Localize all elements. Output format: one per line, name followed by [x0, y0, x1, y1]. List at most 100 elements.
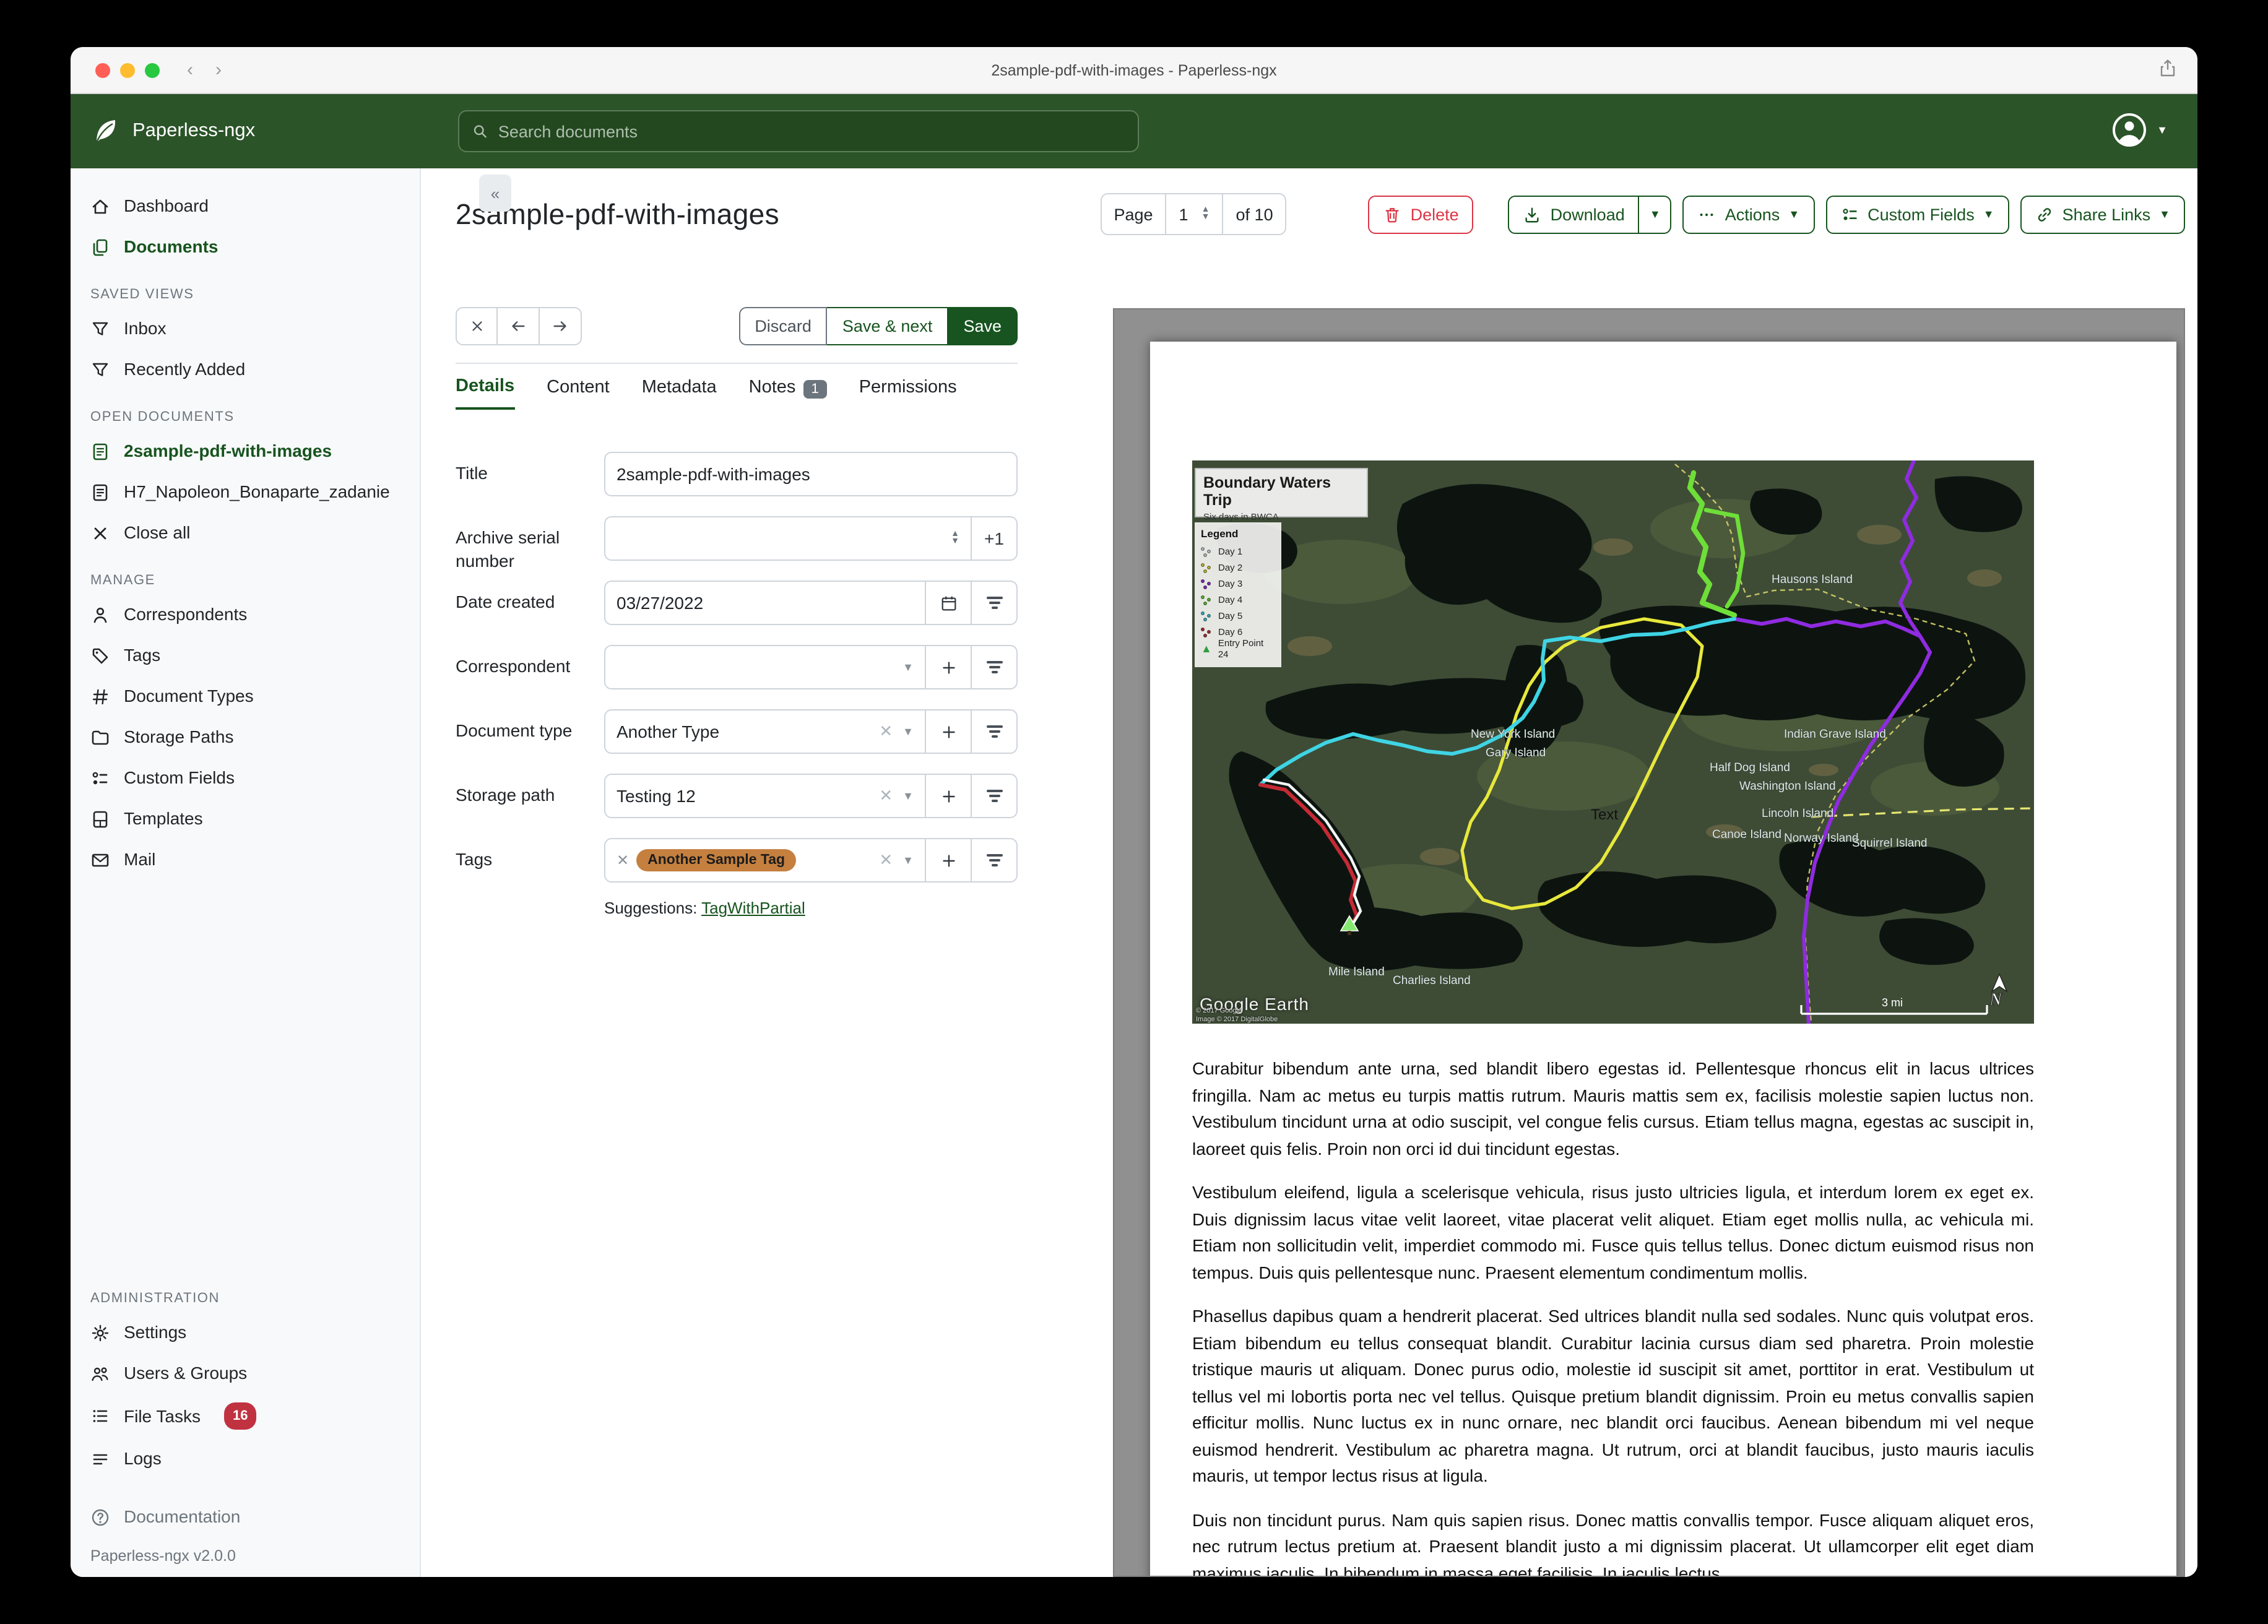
sidebar-item-mail[interactable]: Mail — [71, 839, 420, 880]
sidebar-item-tags[interactable]: Tags — [71, 635, 420, 676]
browser-back-icon[interactable]: ‹ — [187, 59, 193, 80]
app-navbar: Paperless-ngx ▼ — [71, 94, 2197, 168]
tab-permissions[interactable]: Permissions — [859, 378, 957, 408]
brand[interactable]: Paperless-ngx — [90, 116, 255, 146]
global-search[interactable] — [458, 110, 1139, 152]
tasks-icon — [90, 1406, 110, 1426]
sidebar-item-label: Documentation — [124, 1506, 241, 1526]
filter-icon — [986, 661, 1002, 673]
next-document-button[interactable] — [540, 307, 582, 345]
close-window-button[interactable] — [95, 63, 110, 77]
sidebar-item-logs[interactable]: Logs — [71, 1438, 420, 1479]
sidebar-item-storage-paths[interactable]: Storage Paths — [71, 717, 420, 758]
paragraph: Duis non tincidunt purus. Nam quis sapie… — [1192, 1510, 2034, 1577]
sidebar-item-label: Document Types — [124, 686, 254, 706]
sidebar-open-doc-2[interactable]: H7_Napoleon_Bonaparte_zadanie — [71, 472, 420, 512]
sidebar-item-label: Settings — [124, 1322, 187, 1342]
sidebar-close-all[interactable]: Close all — [71, 512, 420, 553]
clear-icon[interactable]: ✕ — [879, 786, 893, 806]
plus-icon — [939, 722, 958, 741]
download-button[interactable]: Download — [1508, 195, 1640, 233]
sidebar-item-custom-fields[interactable]: Custom Fields — [71, 758, 420, 798]
add-tag-button[interactable] — [926, 838, 972, 883]
caret-down-icon: ▼ — [902, 854, 914, 866]
search-input[interactable] — [498, 122, 1125, 140]
sidebar-item-recently-added[interactable]: Recently Added — [71, 349, 420, 390]
pdf-preview-pane[interactable]: Hausons Island New York Island Gary Isla… — [1113, 308, 2185, 1577]
date-created-input[interactable] — [604, 581, 926, 625]
asn-input[interactable]: ▲ ▼ — [604, 516, 972, 561]
correspondent-filter-button[interactable] — [972, 645, 1018, 689]
open-documents-header: OPEN DOCUMENTS — [90, 410, 235, 425]
page-stepper-icon[interactable]: ▲ ▼ — [1201, 205, 1210, 222]
user-menu[interactable]: ▼ — [2111, 111, 2168, 149]
storage-path-select[interactable]: Testing 12 ✕ ▼ — [604, 774, 926, 818]
clear-icon[interactable]: ✕ — [879, 722, 893, 741]
calendar-button[interactable] — [926, 581, 972, 625]
minimize-window-button[interactable] — [120, 63, 135, 77]
sidebar-item-label: Recently Added — [124, 359, 246, 379]
save-and-next-button[interactable]: Save & next — [827, 307, 949, 345]
legend-tree-icon: ▲ — [1201, 642, 1212, 654]
sidebar-item-inbox[interactable]: Inbox — [71, 308, 420, 349]
title-input[interactable] — [604, 452, 1018, 496]
date-input-field[interactable] — [617, 593, 914, 613]
suggestion-tag-link[interactable]: TagWithPartial — [701, 899, 805, 917]
tag-chip[interactable]: Another Sample Tag — [636, 849, 797, 871]
document-type-filter-button[interactable] — [972, 709, 1018, 754]
asn-plus-one-button[interactable]: +1 — [972, 516, 1018, 561]
traffic-lights[interactable] — [95, 63, 160, 77]
tab-notes[interactable]: Notes 1 — [749, 378, 827, 408]
close-document-button[interactable] — [456, 307, 498, 345]
add-document-type-button[interactable] — [926, 709, 972, 754]
sidebar-collapse-button[interactable]: « — [479, 175, 511, 212]
sidebar-item-settings[interactable]: Settings — [71, 1312, 420, 1353]
tags-filter-button[interactable] — [972, 838, 1018, 883]
map-title: Boundary Waters Trip — [1203, 474, 1331, 509]
save-button[interactable]: Save — [948, 307, 1018, 345]
custom-fields-button[interactable]: Custom Fields ▼ — [1825, 195, 2009, 233]
map-label: Lincoln Island — [1762, 807, 1833, 820]
tab-details[interactable]: Details — [456, 376, 515, 410]
tag-icon — [90, 646, 110, 665]
legend-day2-icon — [1201, 563, 1212, 573]
tab-metadata[interactable]: Metadata — [642, 378, 717, 408]
discard-button[interactable]: Discard — [738, 307, 828, 345]
map-label: Washington Island — [1739, 780, 1836, 793]
add-storage-path-button[interactable] — [926, 774, 972, 818]
delete-button[interactable]: Delete — [1368, 195, 1474, 233]
remove-tag-icon[interactable]: ✕ — [617, 852, 629, 869]
title-input-field[interactable] — [617, 464, 1005, 484]
share-links-button[interactable]: Share Links ▼ — [2020, 195, 2185, 233]
tags-select[interactable]: ✕ Another Sample Tag ✕ ▼ — [604, 838, 926, 883]
sidebar-item-documents[interactable]: Documents — [71, 227, 420, 267]
sidebar-open-doc-1[interactable]: 2sample-pdf-with-images — [71, 431, 420, 472]
previous-document-button[interactable] — [498, 307, 540, 345]
sidebar-item-file-tasks[interactable]: File Tasks 16 — [71, 1394, 420, 1438]
document-type-select[interactable]: Another Type ✕ ▼ — [604, 709, 926, 754]
correspondent-select[interactable]: ▼ — [604, 645, 926, 689]
clear-icon[interactable]: ✕ — [879, 850, 893, 870]
browser-forward-icon[interactable]: › — [215, 59, 222, 80]
share-icon[interactable] — [2158, 57, 2178, 79]
sidebar-item-documentation[interactable]: Documentation — [71, 1497, 420, 1537]
notes-count-badge: 1 — [803, 379, 827, 398]
asn-stepper-icon[interactable]: ▲ ▼ — [951, 530, 959, 546]
sidebar-item-users-groups[interactable]: Users & Groups — [71, 1353, 420, 1394]
sidebar-item-templates[interactable]: Templates — [71, 798, 420, 839]
logs-icon — [90, 1449, 110, 1469]
sidebar-item-document-types[interactable]: Document Types — [71, 676, 420, 717]
sidebar-item-dashboard[interactable]: Dashboard — [71, 186, 420, 227]
date-filter-button[interactable] — [972, 581, 1018, 625]
sidebar-item-label: Logs — [124, 1448, 162, 1468]
sidebar-item-correspondents[interactable]: Correspondents — [71, 594, 420, 635]
storage-path-filter-button[interactable] — [972, 774, 1018, 818]
actions-button[interactable]: Actions ▼ — [1682, 195, 1815, 233]
download-dropdown-button[interactable]: ▼ — [1639, 195, 1672, 233]
add-correspondent-button[interactable] — [926, 645, 972, 689]
tab-content[interactable]: Content — [547, 378, 610, 408]
legend-label: Day 2 — [1218, 562, 1243, 573]
page-number-input[interactable]: 1 ▲ ▼ — [1165, 194, 1223, 234]
paragraph: Curabitur bibendum ante urna, sed blandi… — [1192, 1058, 2034, 1158]
zoom-window-button[interactable] — [145, 63, 160, 77]
